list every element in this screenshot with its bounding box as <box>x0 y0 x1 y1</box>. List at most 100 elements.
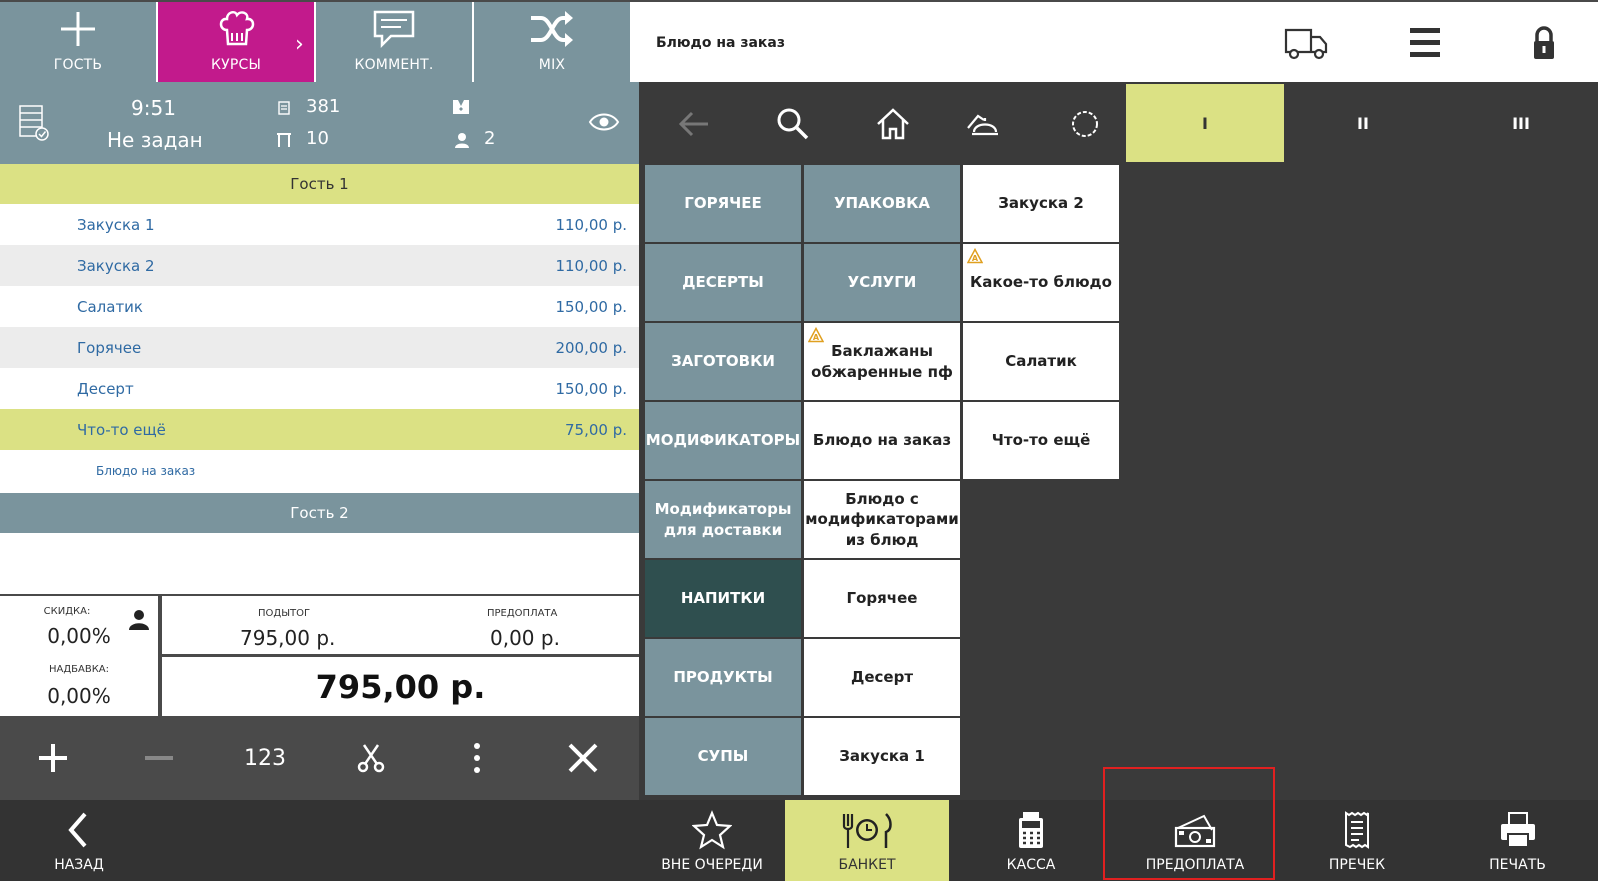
order-item-row[interactable]: Горячее 200,00 р. <box>0 327 639 368</box>
dish-button[interactable]: Десерт <box>804 639 960 716</box>
dish-button[interactable]: A Какое-то блюдо <box>963 244 1119 321</box>
modifier-name: Блюдо на заказ <box>96 464 196 478</box>
category-preparations[interactable]: ЗАГОТОВКИ <box>645 323 801 400</box>
quantity-input-button[interactable]: 123 <box>212 716 318 800</box>
home-icon[interactable] <box>873 104 913 144</box>
subtotal-box: ПОДЫТОГ 795,00 р. ПРЕДОПЛАТА 0,00 р. <box>162 596 639 654</box>
guest-1-label: Гость 1 <box>290 175 349 193</box>
guest-count[interactable]: 2 <box>484 128 495 149</box>
printer-icon <box>1500 812 1535 848</box>
order-item-row-selected[interactable]: Что-то ещё 75,00 р. <box>0 409 639 450</box>
back-label: НАЗАД <box>54 857 104 873</box>
dish-label: Какое-то блюдо <box>970 273 1112 292</box>
more-options-button[interactable] <box>424 716 530 800</box>
banquet-button[interactable]: БАНКЕТ <box>785 800 949 881</box>
order-total: 795,00 р. <box>162 657 639 716</box>
item-modifier-row[interactable]: Блюдо на заказ <box>0 450 639 491</box>
back-button[interactable]: НАЗАД <box>0 800 158 881</box>
order-item-row[interactable]: Десерт 150,00 р. <box>0 368 639 409</box>
waiter-name[interactable]: Не задан <box>107 128 203 152</box>
dish-button[interactable]: Блюдо на заказ <box>804 402 960 479</box>
guest-2-header[interactable]: Гость 2 <box>0 493 639 533</box>
comment-button[interactable]: КОММЕНТ. <box>316 2 474 82</box>
order-item-row[interactable]: Салатик 150,00 р. <box>0 286 639 327</box>
order-list-check-icon[interactable] <box>18 104 50 142</box>
prepayment-button[interactable]: ПРЕДОПЛАТА <box>1113 800 1277 881</box>
table-number[interactable]: 10 <box>306 128 329 149</box>
discount-label: СКИДКА: <box>43 606 91 617</box>
print-button[interactable]: ПЕЧАТЬ <box>1437 800 1598 881</box>
dish-label: Горячее <box>846 589 918 608</box>
arrow-left-icon[interactable] <box>674 104 714 144</box>
guest-person-icon <box>455 133 469 148</box>
order-title: Блюдо на заказ <box>656 35 785 51</box>
category-services[interactable]: УСЛУГИ <box>804 244 960 321</box>
precheck-button[interactable]: ПРЕЧЕК <box>1277 800 1437 881</box>
dish-button[interactable]: Закуска 1 <box>804 718 960 795</box>
dish-button[interactable]: A Баклажаны обжаренные пф <box>804 323 960 400</box>
mix-label: MIX <box>538 57 566 73</box>
category-drinks[interactable]: НАПИТКИ <box>645 560 801 637</box>
comment-label: КОММЕНТ. <box>354 57 434 73</box>
search-icon[interactable] <box>773 104 813 144</box>
quantity-label: 123 <box>244 745 286 771</box>
category-desserts[interactable]: ДЕСЕРТЫ <box>645 244 801 321</box>
delete-item-button[interactable] <box>530 716 636 800</box>
subtotal-value: 795,00 р. <box>240 626 336 650</box>
lock-icon[interactable] <box>1521 24 1567 62</box>
category-delivery-modifiers[interactable]: Модификаторы для доставки <box>645 481 801 558</box>
mix-button[interactable]: MIX <box>474 2 632 82</box>
surcharge-label: НАДБАВКА: <box>48 664 110 675</box>
category-soups[interactable]: СУПЫ <box>645 718 801 795</box>
increase-quantity-button[interactable] <box>0 716 106 800</box>
badge-icon[interactable] <box>1065 104 1105 144</box>
receipt-icon <box>278 101 290 115</box>
order-number: 381 <box>306 96 341 117</box>
eye-icon[interactable] <box>588 110 620 134</box>
cash-register-button[interactable]: КАССА <box>949 800 1113 881</box>
discount-box[interactable]: СКИДКА: 0,00% НАДБАВКА: 0,00% <box>0 596 158 716</box>
precheck-label: ПРЕЧЕК <box>1328 857 1386 873</box>
dish-button[interactable]: Что-то ещё <box>963 402 1119 479</box>
decrease-quantity-button[interactable] <box>106 716 212 800</box>
dish-label: Закуска 2 <box>998 194 1084 213</box>
top-buttons: ГОСТЬ КУРСЫ › КОММЕНТ. MIX <box>0 2 632 82</box>
waiter-uniform-icon <box>453 100 469 114</box>
guest-1-header[interactable]: Гость 1 <box>0 164 639 204</box>
dish-button[interactable]: Закуска 2 <box>963 165 1119 242</box>
menu-icon[interactable] <box>1402 24 1448 62</box>
out-of-queue-button[interactable]: ВНЕ ОЧЕРЕДИ <box>639 800 785 881</box>
dish-button[interactable]: Салатик <box>963 323 1119 400</box>
dish-button[interactable]: Горячее <box>804 560 960 637</box>
course-1-tab[interactable]: I <box>1126 84 1284 162</box>
category-products[interactable]: ПРОДУКТЫ <box>645 639 801 716</box>
order-time: 9:51 <box>131 96 176 120</box>
courses-button[interactable]: КУРСЫ › <box>158 2 316 82</box>
shuffle-icon <box>531 11 573 47</box>
category-hot[interactable]: ГОРЯЧЕЕ <box>645 165 801 242</box>
delivery-truck-icon[interactable] <box>1283 24 1329 62</box>
category-modifiers[interactable]: МОДИФИКАТОРЫ <box>645 402 801 479</box>
split-item-button[interactable] <box>318 716 424 800</box>
dish-cloche-icon[interactable] <box>964 104 1004 144</box>
item-name: Что-то ещё <box>77 421 166 439</box>
svg-text:A: A <box>972 254 979 263</box>
prepayment-value: 0,00 р. <box>490 626 560 650</box>
add-guest-label: ГОСТЬ <box>53 57 103 73</box>
course-2-tab[interactable]: II <box>1284 84 1442 162</box>
print-label: ПЕЧАТЬ <box>1489 857 1546 873</box>
item-price: 150,00 р. <box>555 380 627 398</box>
course-3-tab[interactable]: III <box>1442 84 1598 162</box>
chevron-left-icon <box>68 812 87 848</box>
category-packaging[interactable]: УПАКОВКА <box>804 165 960 242</box>
order-info-bar: 9:51 Не задан 381 10 2 <box>0 82 639 164</box>
order-item-row[interactable]: Закуска 2 110,00 р. <box>0 245 639 286</box>
add-guest-button[interactable]: ГОСТЬ <box>0 2 158 82</box>
banquet-clock-icon <box>842 813 892 848</box>
out-of-queue-label: ВНЕ ОЧЕРЕДИ <box>661 857 763 873</box>
discount-value: 0,00% <box>47 624 111 648</box>
minus-icon <box>145 756 173 760</box>
dish-button[interactable]: Блюдо с модификаторами из блюд <box>804 481 960 558</box>
courses-label: КУРСЫ <box>210 57 262 73</box>
order-item-row[interactable]: Закуска 1 110,00 р. <box>0 204 639 245</box>
